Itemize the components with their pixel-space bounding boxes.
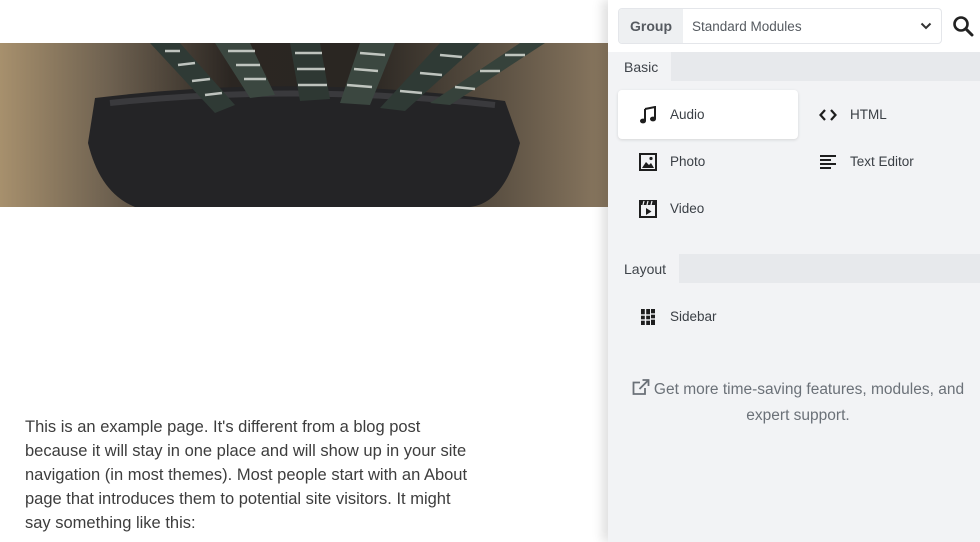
panel-header: Group Standard Modules — [608, 0, 980, 52]
module-text-editor[interactable]: Text Editor — [798, 137, 968, 186]
section-label-layout: Layout — [608, 254, 680, 283]
module-label: Photo — [670, 154, 706, 169]
group-select[interactable]: Group Standard Modules — [618, 8, 942, 44]
chevron-down-icon[interactable] — [911, 22, 941, 30]
hero-image-plant — [0, 43, 608, 207]
module-video[interactable]: Video — [618, 184, 798, 233]
module-label: HTML — [850, 107, 887, 122]
upsell-link[interactable]: Get more time-saving features, modules, … — [628, 378, 968, 428]
page-paragraph: This is an example page. It's different … — [25, 418, 468, 532]
section-label-basic: Basic — [608, 52, 672, 81]
module-label: Video — [670, 201, 705, 216]
section-header-layout: Layout — [608, 254, 980, 283]
module-sidebar[interactable]: Sidebar — [618, 292, 798, 341]
module-label: Sidebar — [670, 309, 717, 324]
search-icon[interactable] — [952, 15, 974, 37]
module-audio[interactable]: Audio — [618, 90, 798, 139]
modules-panel: Group Standard Modules Basic Audio HTML … — [608, 0, 980, 542]
module-label: Audio — [670, 107, 705, 122]
video-icon — [638, 199, 658, 219]
module-label: Text Editor — [850, 154, 914, 169]
module-html[interactable]: HTML — [798, 90, 968, 139]
text-lines-icon — [818, 152, 838, 172]
group-label: Group — [619, 9, 683, 43]
code-brackets-icon — [818, 105, 838, 125]
upsell-text: Get more time-saving features, modules, … — [653, 381, 965, 424]
external-link-icon — [632, 379, 650, 404]
group-select-value[interactable]: Standard Modules — [683, 19, 911, 34]
page-canvas: This is an example page. It's different … — [0, 0, 608, 542]
plant-pot-illustration — [88, 43, 545, 207]
module-photo[interactable]: Photo — [618, 137, 798, 186]
sidebar-icon — [638, 307, 658, 327]
music-note-icon — [638, 105, 658, 125]
section-header-basic: Basic — [608, 52, 980, 81]
photo-icon — [638, 152, 658, 172]
